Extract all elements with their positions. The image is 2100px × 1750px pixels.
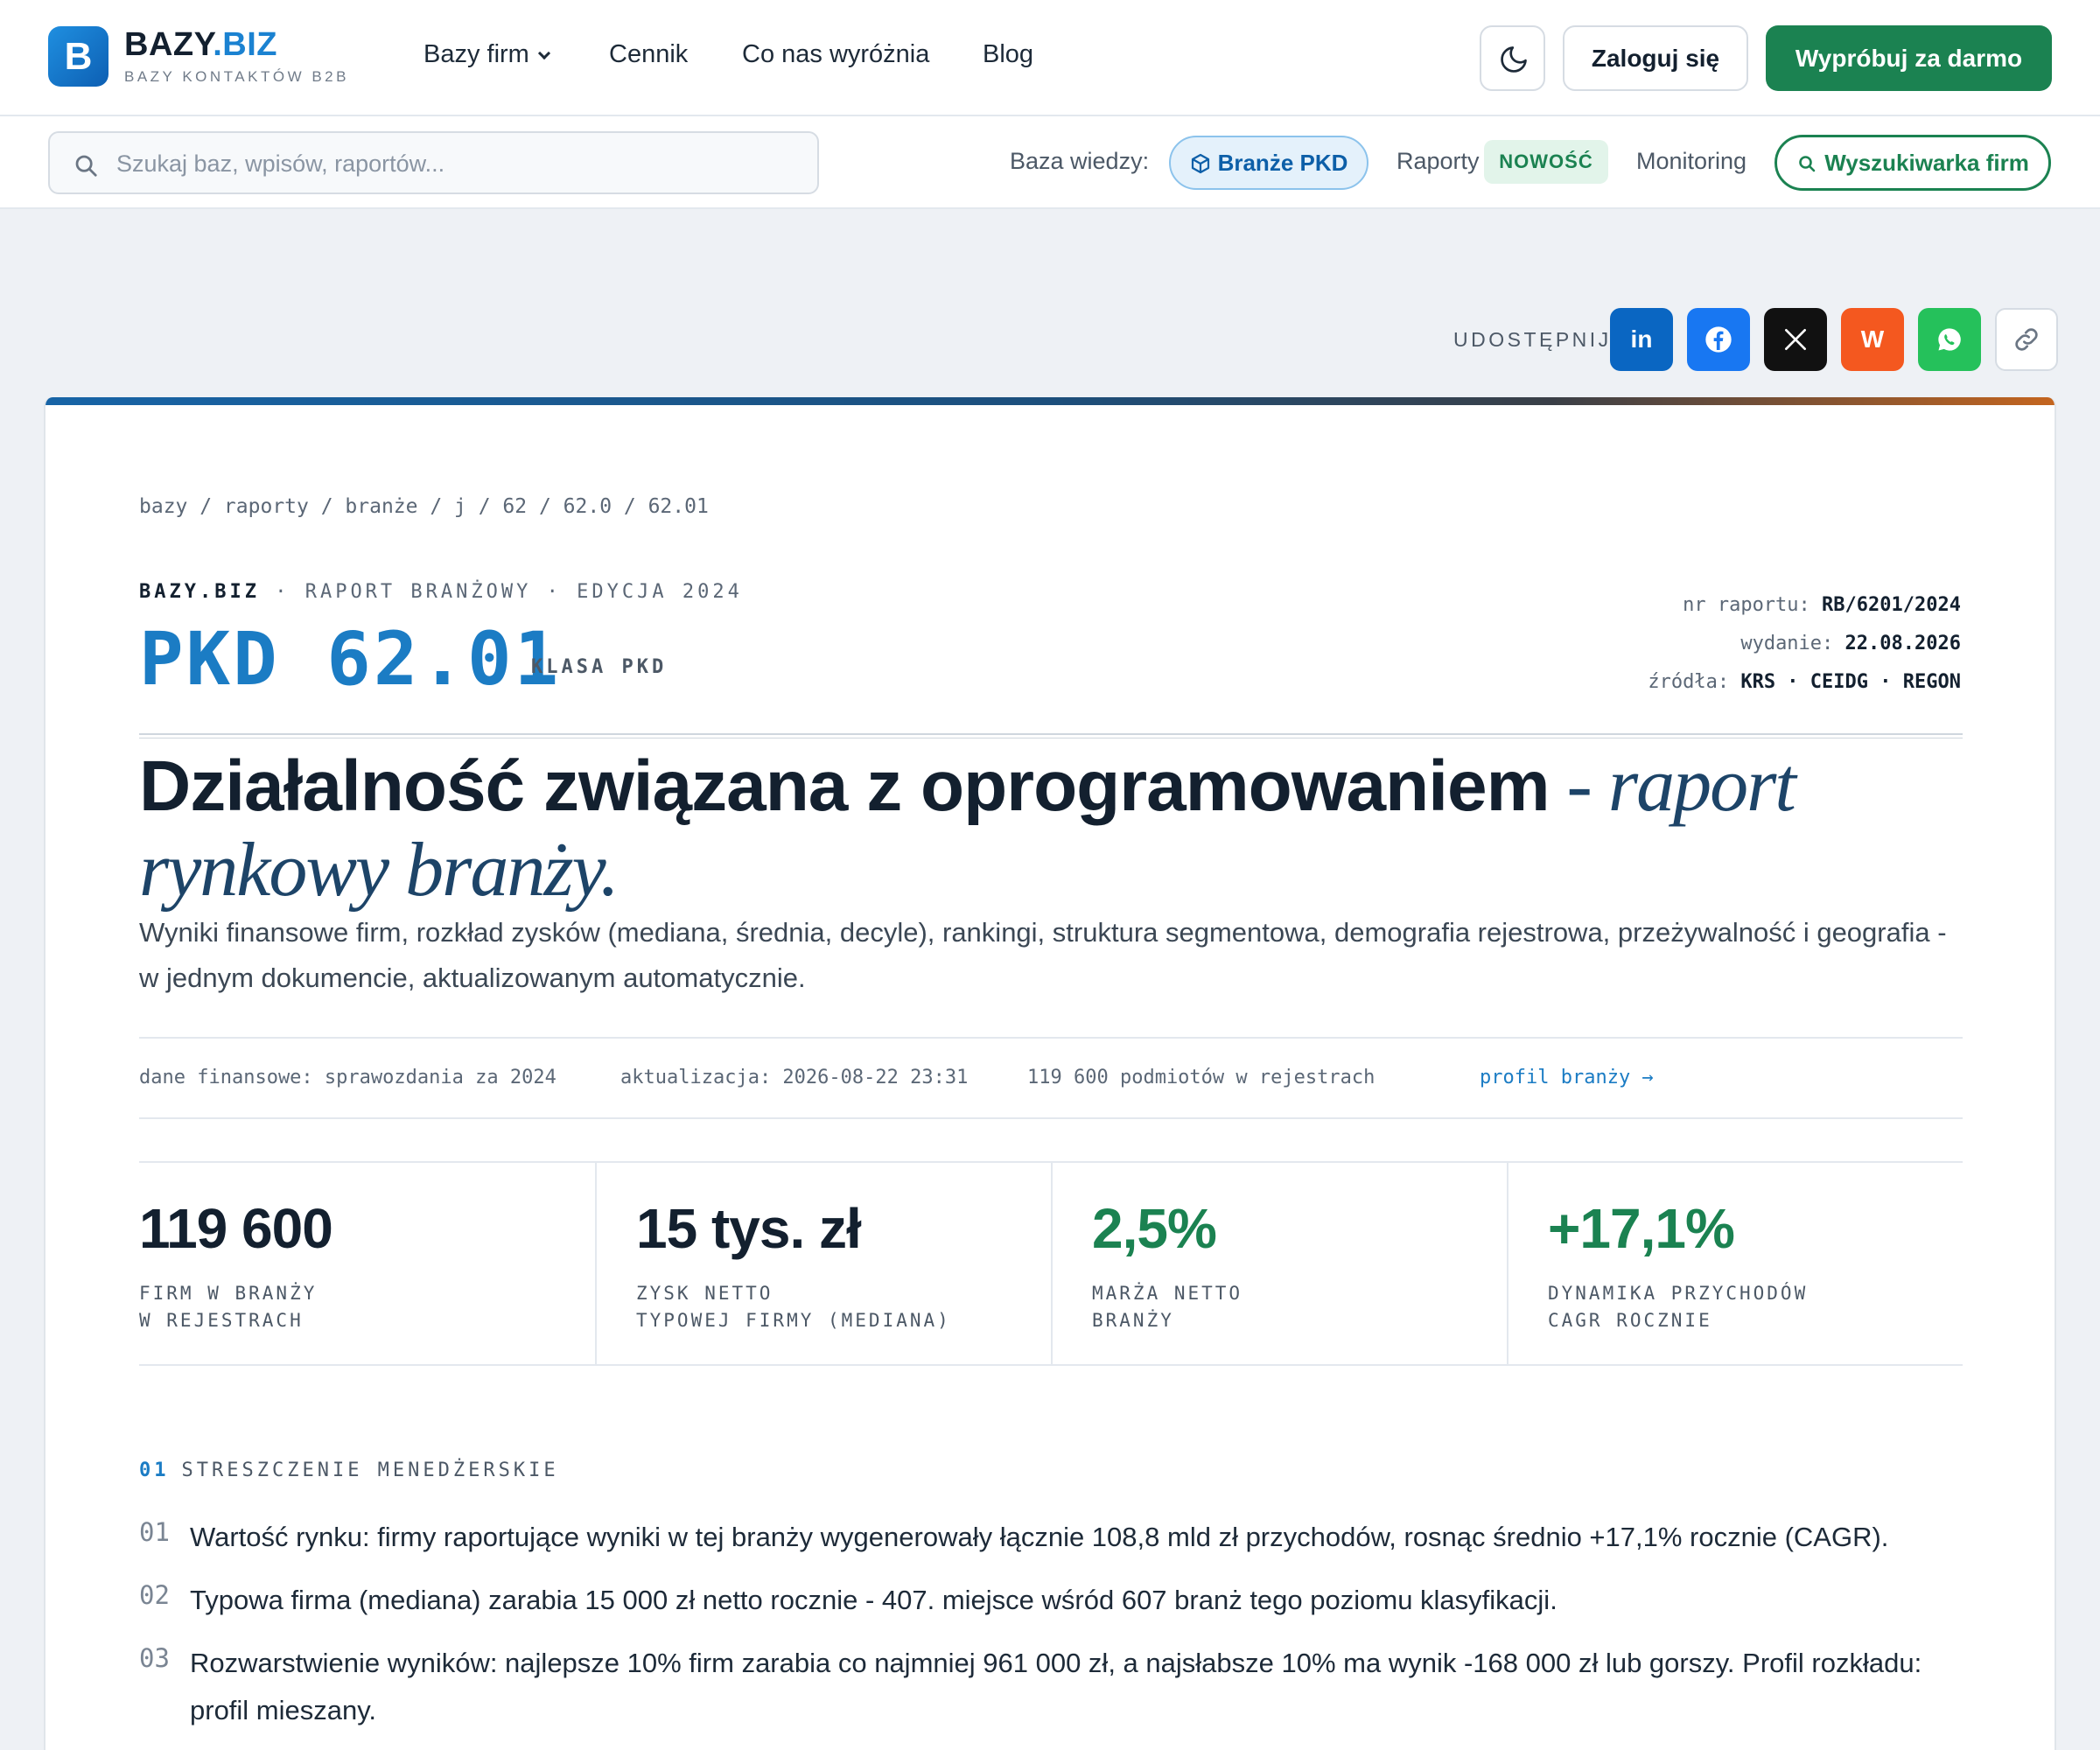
logo-wordmark[interactable]: BAZY.BIZ bbox=[124, 26, 277, 64]
point-number: 02 bbox=[139, 1580, 170, 1610]
knowledge-base-label: Baza wiedzy: bbox=[1010, 148, 1150, 174]
divider bbox=[139, 733, 1963, 738]
share-linkedin-button[interactable]: in bbox=[1610, 308, 1673, 371]
linkedin-icon: in bbox=[1630, 326, 1653, 353]
kpi-label: ZYSK NETTO TYPOWEJ FIRMY (MEDIANA) bbox=[636, 1283, 951, 1331]
kpi-value: +17,1% bbox=[1548, 1197, 1735, 1260]
company-finder-button[interactable]: Wyszukiwarka firm bbox=[1774, 135, 2051, 191]
point-text: Wartość rynku: firmy raportujące wyniki … bbox=[190, 1522, 1889, 1552]
kpi-label: DYNAMIKA PRZYCHODÓW CAGR ROCZNIE bbox=[1548, 1283, 1809, 1331]
card-accent-bar bbox=[46, 397, 2054, 405]
moon-icon bbox=[1501, 46, 1527, 73]
report-lead: Wyniki finansowe firm, rozkład zysków (m… bbox=[139, 917, 1947, 993]
theme-toggle-button[interactable] bbox=[1480, 25, 1545, 91]
point-number: 03 bbox=[139, 1643, 170, 1673]
search-input[interactable]: Szukaj baz, wpisów, raportów... bbox=[48, 131, 819, 194]
kpi-median-profit: 15 tys. zł ZYSK NETTO TYPOWEJ FIRMY (MEDI… bbox=[597, 1163, 1053, 1366]
top-navbar: B BAZY.BIZ BAZY KONTAKTÓW B2B Bazy firm … bbox=[0, 0, 2100, 116]
kpi-label: MARŻA NETTO BRANŻY bbox=[1092, 1283, 1243, 1331]
x-logo-icon bbox=[1785, 329, 1806, 350]
point-text: Typowa firma (mediana) zarabia 15 000 zł… bbox=[190, 1585, 1558, 1615]
nav-co-nas-wyroznia[interactable]: Co nas wyróżnia bbox=[742, 40, 929, 69]
nav-bazy-firm[interactable]: Bazy firm bbox=[424, 40, 550, 69]
logo-tagline: BAZY KONTAKTÓW B2B bbox=[124, 68, 349, 85]
point-text: Rozwarstwienie wyników: najlepsze 10% fi… bbox=[190, 1648, 1922, 1726]
nav-cennik[interactable]: Cennik bbox=[609, 40, 688, 69]
finance-data-info: dane finansowe: sprawozdania za 2024 bbox=[139, 1067, 556, 1088]
new-badge: NOWOŚĆ bbox=[1484, 140, 1608, 184]
monitoring-link[interactable]: Monitoring bbox=[1636, 148, 1746, 175]
report-number: nr raportu: RB/6201/2024 bbox=[1683, 594, 1961, 616]
pkd-industries-pill[interactable]: Branże PKD bbox=[1169, 136, 1368, 190]
kpi-revenue-cagr: +17,1% DYNAMIKA PRZYCHODÓW CAGR ROCZNIE bbox=[1508, 1163, 1963, 1366]
page-title: Działalność związana z oprogramowaniem -… bbox=[139, 743, 1796, 913]
share-label: UDOSTĘPNIJ bbox=[1453, 328, 1612, 351]
chevron-down-icon bbox=[537, 46, 550, 60]
knowledge-bar: Szukaj baz, wpisów, raportów... Baza wie… bbox=[0, 116, 2100, 209]
pkd-class-label: KLASA PKD bbox=[531, 656, 668, 678]
share-wykop-button[interactable]: W bbox=[1841, 308, 1904, 371]
share-facebook-button[interactable] bbox=[1687, 308, 1750, 371]
reports-link[interactable]: Raporty bbox=[1396, 148, 1480, 175]
link-icon bbox=[2015, 328, 2038, 351]
search-placeholder: Szukaj baz, wpisów, raportów... bbox=[116, 150, 445, 177]
point-number: 01 bbox=[139, 1517, 170, 1547]
nav-blog[interactable]: Blog bbox=[983, 40, 1033, 69]
industry-profile-link[interactable]: profil branży → bbox=[1480, 1067, 1654, 1088]
kpi-label: FIRM W BRANŻY W REJESTRACH bbox=[139, 1283, 318, 1331]
pkd-code: PKD 62.01 bbox=[139, 616, 562, 702]
report-brand-line: BAZY.BIZ · RAPORT BRANŻOWY · EDYCJA 2024 bbox=[139, 581, 743, 603]
breadcrumb[interactable]: bazy / raporty / branże / j / 62 / 62.0 … bbox=[139, 495, 709, 518]
wykop-icon: W bbox=[1860, 326, 1885, 353]
whatsapp-icon bbox=[1938, 328, 1961, 351]
search-icon bbox=[1799, 156, 1816, 172]
copy-link-button[interactable] bbox=[1995, 308, 2058, 371]
login-button[interactable]: Zaloguj się bbox=[1563, 25, 1748, 91]
kpi-net-margin: 2,5% MARŻA NETTO BRANŻY bbox=[1053, 1163, 1508, 1366]
report-meta: nr raportu: RB/6201/2024 wydanie: 22.08.… bbox=[1648, 586, 1961, 702]
facebook-icon bbox=[1705, 326, 1732, 353]
logo-icon[interactable]: B bbox=[48, 26, 108, 87]
search-icon bbox=[75, 155, 97, 177]
report-issue-date: wydanie: 22.08.2026 bbox=[1740, 633, 1961, 654]
report-sources: źródła: KRS · CEIDG · REGON bbox=[1648, 671, 1961, 693]
kpi-firms: 119 600 FIRM W BRANŻY W REJESTRACH bbox=[139, 1163, 597, 1366]
report-card: bazy / raporty / branże / j / 62 / 62.0 … bbox=[44, 397, 2056, 1750]
section-heading: 01 STRESZCZENIE MENEDŻERSKIE bbox=[139, 1460, 559, 1481]
update-info: aktualizacja: 2026-08-22 23:31 bbox=[620, 1067, 969, 1088]
share-whatsapp-button[interactable] bbox=[1918, 308, 1981, 371]
try-free-button[interactable]: Wypróbuj za darmo bbox=[1766, 25, 2052, 91]
kpi-strip: 119 600 FIRM W BRANŻY W REJESTRACH 15 tys… bbox=[139, 1161, 1963, 1366]
kpi-value: 15 tys. zł bbox=[636, 1197, 862, 1260]
data-meta-row: dane finansowe: sprawozdania za 2024 akt… bbox=[139, 1037, 1963, 1119]
entities-info: 119 600 podmiotów w rejestrach bbox=[1027, 1067, 1376, 1088]
kpi-value: 119 600 bbox=[139, 1197, 333, 1260]
share-x-button[interactable] bbox=[1764, 308, 1827, 371]
cube-icon bbox=[1191, 153, 1209, 174]
kpi-value: 2,5% bbox=[1092, 1197, 1217, 1260]
